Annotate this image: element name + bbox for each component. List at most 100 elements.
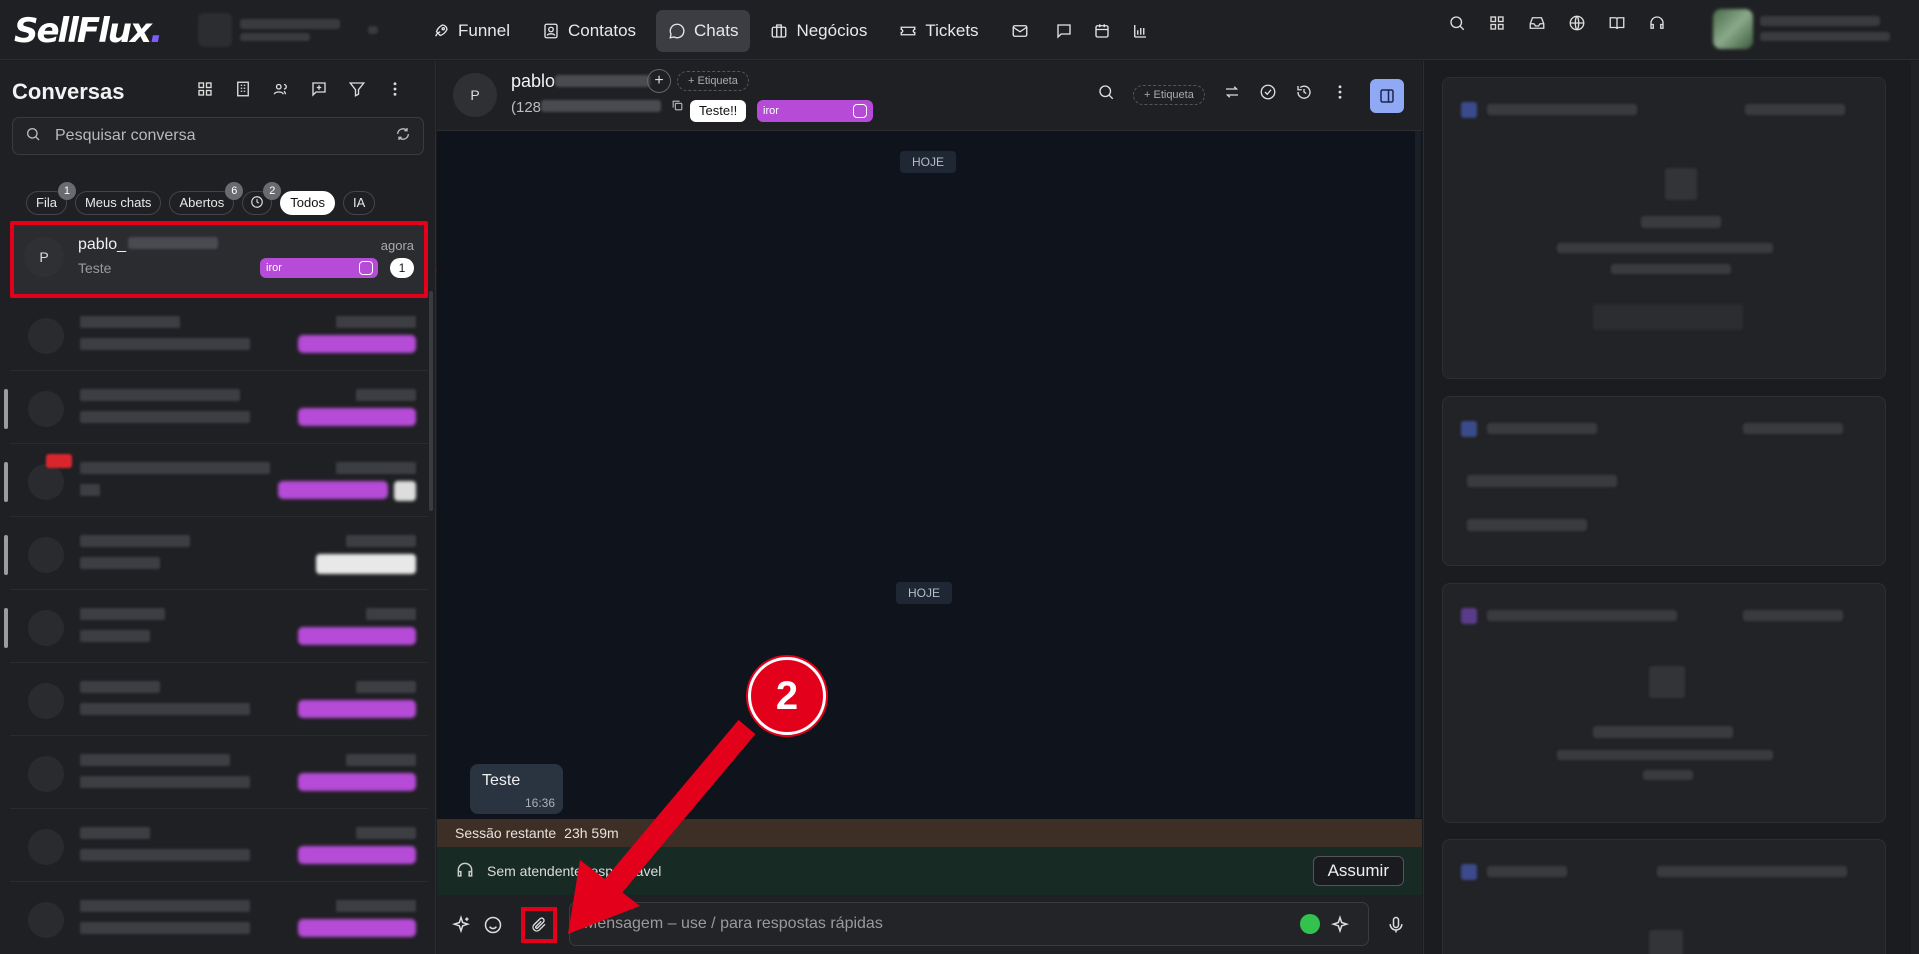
building-icon[interactable]: [234, 80, 252, 103]
chat-time: agora: [380, 238, 414, 253]
new-chat-icon[interactable]: [310, 80, 328, 103]
filter-fila[interactable]: Fila 1: [26, 182, 76, 215]
history-icon[interactable]: [1295, 83, 1313, 106]
nav-mail[interactable]: [999, 10, 1041, 52]
list-item[interactable]: [10, 809, 428, 882]
tag-teste[interactable]: Teste!!: [690, 100, 747, 122]
calendar-icon: [1093, 22, 1111, 40]
details-scrollbar[interactable]: [1911, 61, 1919, 954]
app-root: SellFlux. Funnel Contatos Chats Negócios…: [0, 0, 1919, 954]
sellflux-logo[interactable]: SellFlux.: [14, 10, 164, 51]
conversation-filters: Fila 1 Meus chats Abertos 6 2 Todos IA: [26, 182, 376, 215]
users-icon[interactable]: [272, 80, 290, 103]
refresh-icon[interactable]: [395, 126, 411, 147]
message-bubble[interactable]: Teste 16:36: [470, 764, 563, 814]
globe-icon[interactable]: [1568, 14, 1586, 37]
grid-view-icon[interactable]: [196, 80, 214, 103]
nav-chats[interactable]: Chats: [656, 10, 751, 52]
conversations-panel: Conversas Fila1 Meus chats Abertos6 2 To…: [0, 61, 436, 954]
header-tag-button[interactable]: + Etiqueta: [1133, 84, 1205, 105]
contact-name[interactable]: pablo: [511, 71, 651, 92]
check-circle-icon[interactable]: [1259, 83, 1277, 106]
emoji-icon[interactable]: [483, 915, 503, 935]
search-icon[interactable]: [1097, 83, 1115, 106]
filter-fila-badge: 1: [57, 182, 76, 200]
unread-count: 1: [390, 258, 414, 278]
filter-ia[interactable]: IA: [342, 191, 376, 215]
nav-contatos[interactable]: Contatos: [530, 10, 648, 52]
add-button[interactable]: +: [647, 69, 671, 93]
search-input[interactable]: [55, 127, 381, 145]
details-card: [1442, 583, 1886, 823]
bar-chart-icon: [1131, 22, 1149, 40]
user-info[interactable]: [1760, 16, 1890, 41]
book-icon[interactable]: [1608, 14, 1626, 37]
top-right-tools: [1448, 14, 1666, 37]
chat-list-scrollbar[interactable]: [429, 291, 433, 511]
bot-icon[interactable]: [1300, 914, 1320, 934]
headset-icon[interactable]: [1648, 14, 1666, 37]
filter-meus-chats[interactable]: Meus chats: [74, 191, 162, 215]
avatar: P: [24, 237, 64, 277]
list-item[interactable]: [4, 371, 428, 444]
search-icon[interactable]: [1448, 14, 1466, 37]
list-item[interactable]: [10, 663, 428, 736]
nav-funnel[interactable]: Funnel: [420, 10, 522, 52]
nav-calendar[interactable]: [1087, 10, 1117, 52]
day-separator: HOJE: [900, 151, 957, 173]
main-nav: Funnel Contatos Chats Negócios Tickets: [420, 10, 1155, 52]
list-item[interactable]: [10, 736, 428, 809]
assumir-button[interactable]: Assumir: [1312, 856, 1404, 886]
arrow-2-annotation: [568, 720, 756, 934]
messages-scrollbar[interactable]: [1415, 131, 1421, 818]
conversations-toolbar: [196, 80, 404, 103]
list-item[interactable]: [4, 517, 428, 590]
nav-messages[interactable]: [1049, 10, 1079, 52]
message-text: Teste: [482, 772, 521, 789]
list-item[interactable]: [10, 882, 428, 954]
nav-tickets[interactable]: Tickets: [887, 10, 990, 52]
contact-phone: (128: [511, 99, 684, 116]
nav-negocios[interactable]: Negócios: [758, 10, 879, 52]
message-square-icon: [1055, 22, 1073, 40]
copy-icon[interactable]: [671, 99, 684, 112]
nav-contatos-label: Contatos: [567, 21, 637, 40]
chat-header-tools: + Etiqueta: [1097, 83, 1349, 106]
top-navbar: SellFlux. Funnel Contatos Chats Negócios…: [0, 0, 1919, 60]
paperclip-icon: [532, 917, 546, 932]
workspace-switcher[interactable]: [198, 13, 378, 47]
search-icon: [25, 126, 41, 147]
instagram-account-tag[interactable]: iror: [757, 100, 873, 122]
filter-icon[interactable]: [348, 80, 366, 103]
list-item[interactable]: [4, 444, 428, 517]
mail-icon: [1011, 22, 1029, 40]
filter-pending[interactable]: 2: [242, 182, 282, 215]
list-item[interactable]: [10, 298, 428, 371]
message-time: 16:36: [524, 796, 555, 810]
list-item[interactable]: [4, 590, 428, 663]
user-avatar[interactable]: [1713, 9, 1753, 49]
attach-file-button[interactable]: [521, 907, 557, 943]
contact-avatar: P: [453, 73, 497, 117]
nav-funnel-label: Funnel: [458, 21, 510, 40]
briefcase-icon: [770, 22, 788, 40]
filter-todos[interactable]: Todos: [280, 191, 335, 215]
microphone-icon[interactable]: [1386, 915, 1406, 935]
callout-2: 2: [748, 657, 826, 735]
side-panel-toggle[interactable]: [1370, 79, 1404, 113]
transfer-icon[interactable]: [1223, 83, 1241, 106]
inbox-icon[interactable]: [1528, 14, 1546, 37]
more-vertical-icon[interactable]: [386, 80, 404, 103]
ai-sparkle-icon[interactable]: [1330, 915, 1350, 935]
chat-item-selected[interactable]: P pablo_ Teste agora iror 1: [10, 221, 428, 298]
nav-chats-label: Chats: [694, 21, 739, 40]
nav-reports[interactable]: [1125, 10, 1155, 52]
ai-sparkle-icon[interactable]: [451, 915, 471, 935]
add-tag-button[interactable]: + Etiqueta: [677, 71, 749, 91]
grid-icon[interactable]: [1488, 14, 1506, 37]
day-separator: HOJE: [896, 582, 953, 604]
chat-header: P pablo + + Etiqueta (128 Teste!! iror +…: [437, 61, 1422, 131]
instagram-icon: [853, 104, 867, 118]
more-vertical-icon[interactable]: [1331, 83, 1349, 106]
filter-abertos[interactable]: Abertos 6: [169, 182, 244, 215]
